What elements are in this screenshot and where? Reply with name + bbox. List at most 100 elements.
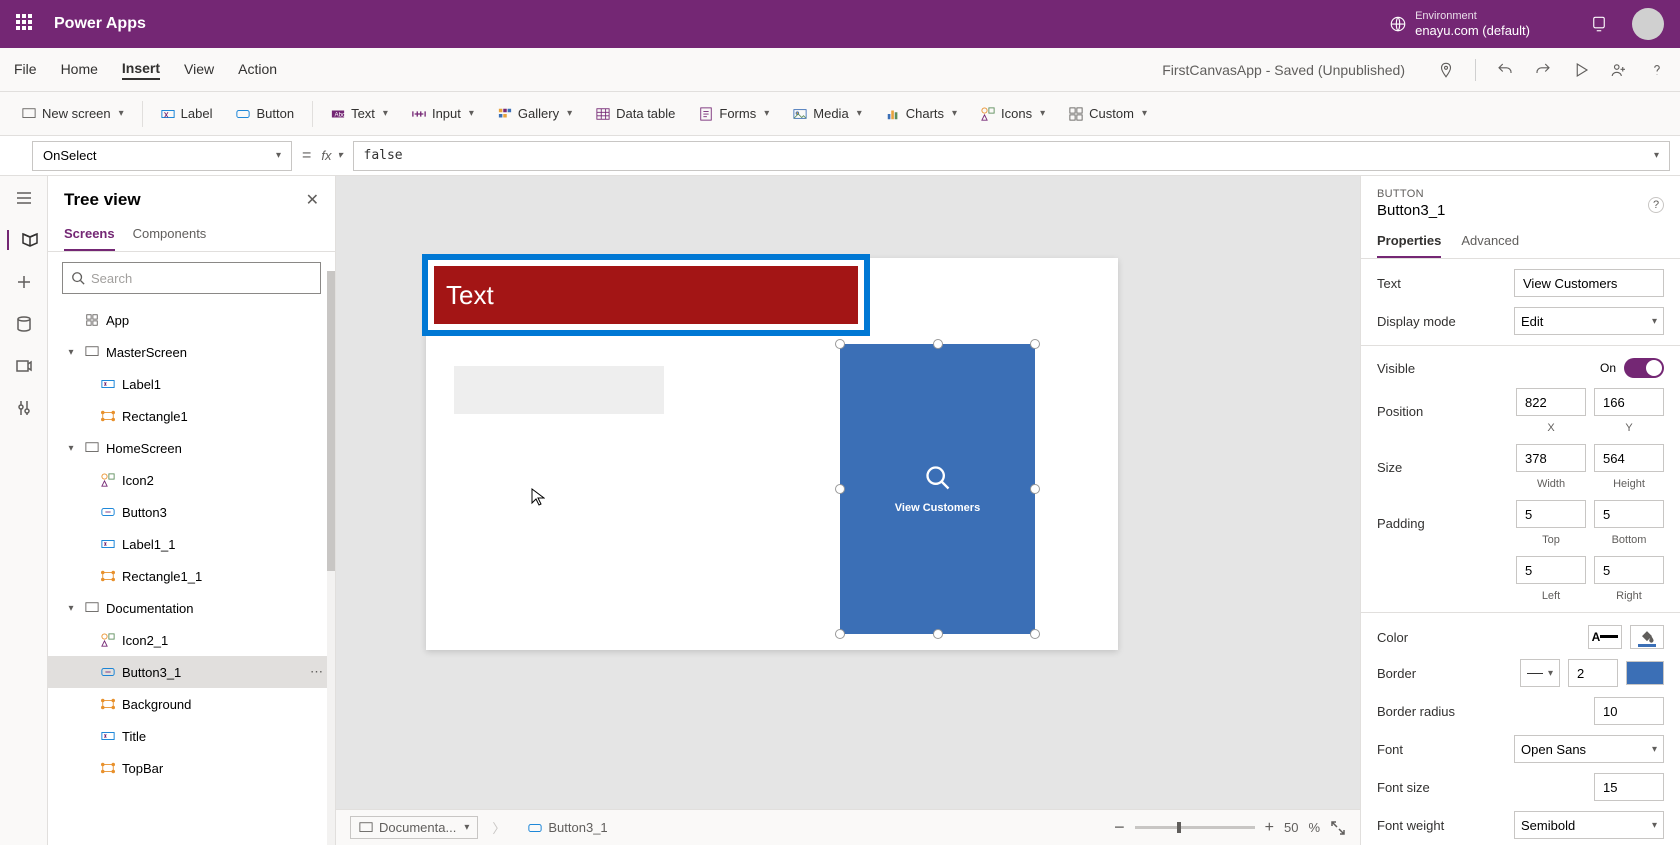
waffle-icon[interactable] bbox=[16, 14, 36, 34]
tab-properties[interactable]: Properties bbox=[1377, 225, 1441, 258]
fit-screen-icon[interactable] bbox=[1330, 820, 1346, 836]
element-name: Button3_1 bbox=[1377, 202, 1664, 219]
fill-color-swatch[interactable] bbox=[1630, 625, 1664, 649]
insert-forms-button[interactable]: Forms▾ bbox=[689, 100, 779, 127]
breadcrumb-element[interactable]: Button3_1 bbox=[519, 816, 616, 839]
insert-gallery-button[interactable]: Gallery▾ bbox=[488, 100, 582, 127]
insert-media-button[interactable]: Media▾ bbox=[783, 100, 871, 127]
advanced-tools-icon[interactable] bbox=[14, 398, 34, 418]
property-dropdown[interactable]: OnSelect▾ bbox=[32, 141, 292, 171]
tree-node-button3_1[interactable]: Button3_1⋯ bbox=[48, 656, 335, 688]
tab-components[interactable]: Components bbox=[133, 218, 207, 251]
prop-border-label: Border bbox=[1377, 666, 1512, 681]
tree-scrollbar[interactable] bbox=[327, 271, 335, 845]
insert-button-button[interactable]: Button bbox=[226, 100, 304, 127]
redo-icon[interactable] bbox=[1534, 61, 1552, 79]
menu-view[interactable]: View bbox=[184, 61, 214, 79]
prop-display-select[interactable]: Edit▾ bbox=[1514, 307, 1664, 335]
prop-text-input[interactable] bbox=[1514, 269, 1664, 297]
tree-search-input[interactable]: Search bbox=[62, 262, 321, 294]
prop-visible-toggle[interactable] bbox=[1624, 358, 1664, 378]
tree-node-button3[interactable]: Button3 bbox=[48, 496, 335, 528]
zoom-out-button[interactable]: − bbox=[1114, 817, 1125, 838]
tree-node-homescreen[interactable]: ▾HomeScreen bbox=[48, 432, 335, 464]
tab-advanced[interactable]: Advanced bbox=[1461, 225, 1519, 258]
insert-text-button[interactable]: Abc Text▾ bbox=[321, 100, 398, 127]
prop-pad-right-input[interactable] bbox=[1594, 556, 1664, 584]
tree-node-icon2_1[interactable]: Icon2_1 bbox=[48, 624, 335, 656]
insert-label-button[interactable]: Label bbox=[151, 100, 223, 127]
cursor-icon bbox=[531, 488, 545, 506]
insert-charts-button[interactable]: Charts▾ bbox=[876, 100, 967, 127]
media-pane-icon[interactable] bbox=[14, 356, 34, 376]
close-icon[interactable]: ✕ bbox=[306, 190, 319, 210]
prop-fontsize-input[interactable] bbox=[1594, 773, 1664, 801]
insert-icons-button[interactable]: Icons▾ bbox=[971, 100, 1055, 127]
tree-title: Tree view bbox=[64, 190, 141, 210]
formula-input[interactable]: false ▾ bbox=[353, 141, 1671, 171]
prop-font-select[interactable]: Open Sans▾ bbox=[1514, 735, 1664, 763]
tree-view-icon[interactable] bbox=[7, 230, 39, 250]
tree-list: App▾MasterScreenLabel1Rectangle1▾HomeScr… bbox=[48, 304, 335, 845]
lightbulb-icon[interactable] bbox=[1590, 15, 1608, 33]
tab-screens[interactable]: Screens bbox=[64, 218, 115, 251]
globe-icon bbox=[1389, 15, 1407, 33]
prop-height-input[interactable] bbox=[1594, 444, 1664, 472]
tree-node-background[interactable]: Background bbox=[48, 688, 335, 720]
border-style-select[interactable]: ▾ bbox=[1520, 659, 1560, 687]
help-icon[interactable]: ? bbox=[1648, 197, 1664, 213]
user-avatar[interactable] bbox=[1632, 8, 1664, 40]
menu-home[interactable]: Home bbox=[61, 61, 98, 79]
prop-fontweight-select[interactable]: Semibold▾ bbox=[1514, 811, 1664, 839]
fx-dropdown[interactable]: fx▾ bbox=[321, 148, 342, 163]
new-screen-button[interactable]: New screen▾ bbox=[12, 100, 134, 127]
tree-node-app[interactable]: App bbox=[48, 304, 335, 336]
help-icon[interactable] bbox=[1648, 61, 1666, 79]
prop-radius-input[interactable] bbox=[1594, 697, 1664, 725]
doc-title: FirstCanvasApp - Saved (Unpublished) bbox=[1162, 62, 1405, 78]
share-icon[interactable] bbox=[1610, 61, 1628, 79]
tree-node-icon2[interactable]: Icon2 bbox=[48, 464, 335, 496]
play-icon[interactable] bbox=[1572, 61, 1590, 79]
tree-node-title[interactable]: Title bbox=[48, 720, 335, 752]
menu-action[interactable]: Action bbox=[238, 61, 277, 79]
insert-datatable-button[interactable]: Data table bbox=[586, 100, 685, 127]
menu-file[interactable]: File bbox=[14, 61, 37, 79]
data-icon[interactable] bbox=[14, 314, 34, 334]
prop-x-input[interactable] bbox=[1516, 388, 1586, 416]
view-customers-button[interactable]: View Customers bbox=[840, 344, 1035, 634]
hamburger-icon[interactable] bbox=[14, 188, 34, 208]
canvas-viewport[interactable]: Text View Customers bbox=[336, 176, 1360, 809]
zoom-in-button[interactable]: + bbox=[1265, 819, 1274, 837]
prop-y-input[interactable] bbox=[1594, 388, 1664, 416]
prop-pad-left-input[interactable] bbox=[1516, 556, 1586, 584]
prop-pad-top-input[interactable] bbox=[1516, 500, 1586, 528]
insert-custom-button[interactable]: Custom▾ bbox=[1059, 100, 1157, 127]
tree-node-topbar[interactable]: TopBar bbox=[48, 752, 335, 784]
insert-pane-icon[interactable] bbox=[14, 272, 34, 292]
prop-pad-bottom-input[interactable] bbox=[1594, 500, 1664, 528]
grey-rectangle[interactable] bbox=[454, 366, 664, 414]
environment-picker[interactable]: Environment enayu.com (default) bbox=[1389, 10, 1530, 39]
insert-input-button[interactable]: Input▾ bbox=[402, 100, 484, 127]
tree-node-masterscreen[interactable]: ▾MasterScreen bbox=[48, 336, 335, 368]
zoom-slider[interactable] bbox=[1135, 826, 1255, 829]
table-icon bbox=[596, 107, 610, 121]
tree-node-label1_1[interactable]: Label1_1 bbox=[48, 528, 335, 560]
prop-width-input[interactable] bbox=[1516, 444, 1586, 472]
app-checker-icon[interactable] bbox=[1437, 61, 1455, 79]
svg-text:Abc: Abc bbox=[335, 111, 346, 118]
tree-node-documentation[interactable]: ▾Documentation bbox=[48, 592, 335, 624]
border-width-input[interactable] bbox=[1568, 659, 1618, 687]
tree-view-panel: Tree view ✕ Screens Components Search Ap… bbox=[48, 176, 336, 845]
undo-icon[interactable] bbox=[1496, 61, 1514, 79]
font-color-swatch[interactable]: A bbox=[1588, 625, 1622, 649]
border-color-swatch[interactable] bbox=[1626, 661, 1664, 685]
breadcrumb-screen[interactable]: Documenta...▾ bbox=[350, 816, 478, 839]
menu-insert[interactable]: Insert bbox=[122, 60, 160, 80]
banner-label-selected[interactable]: Text bbox=[422, 254, 870, 336]
tree-node-rectangle1[interactable]: Rectangle1 bbox=[48, 400, 335, 432]
tree-node-rectangle1_1[interactable]: Rectangle1_1 bbox=[48, 560, 335, 592]
artboard[interactable]: Text View Customers bbox=[426, 258, 1118, 650]
tree-node-label1[interactable]: Label1 bbox=[48, 368, 335, 400]
